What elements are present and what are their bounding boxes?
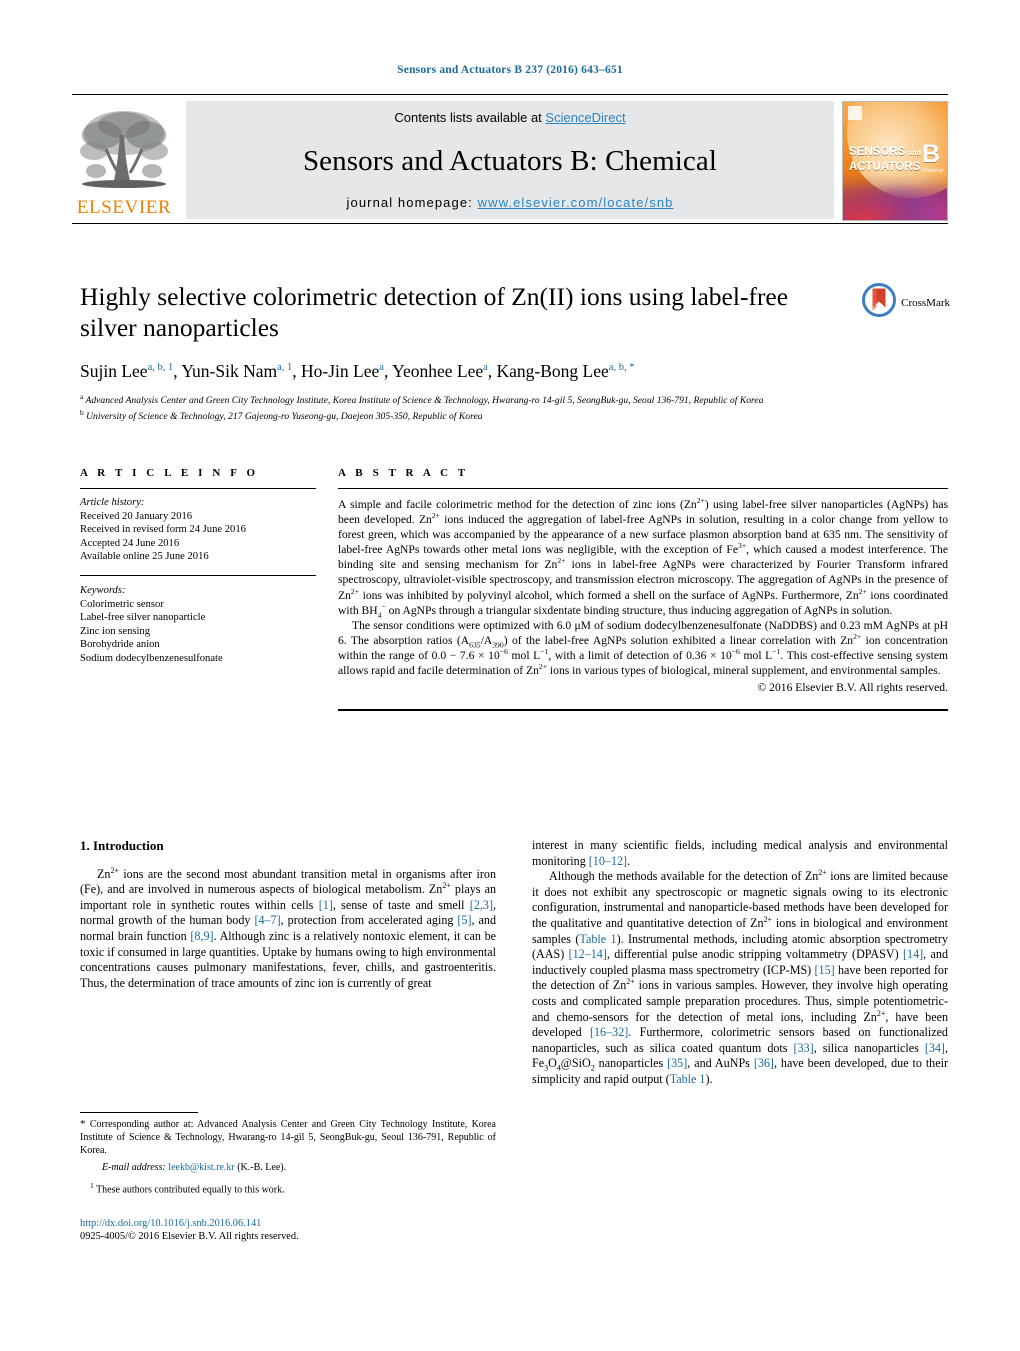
- keyword-item: Label-free silver nanoparticle: [80, 612, 206, 624]
- cover-title-line1: SENSORS: [849, 146, 906, 158]
- author-item: Kang-Bong Leea, b, *: [497, 361, 635, 381]
- elsevier-tree-icon: [76, 105, 172, 197]
- affiliation-list: a Advanced Analysis Center and Green Cit…: [80, 391, 948, 424]
- abstract-column: A B S T R A C T A simple and facile colo…: [338, 467, 948, 712]
- masthead-bottom-rule: [72, 223, 948, 224]
- abstract-paragraph: A simple and facile colorimetric method …: [338, 496, 948, 619]
- cover-title: SENSORS and ACTUATORS: [849, 146, 921, 173]
- journal-title: Sensors and Actuators B: Chemical: [302, 144, 718, 177]
- history-item: Accepted 24 June 2016: [80, 537, 180, 549]
- keyword-item: Zinc ion sensing: [80, 625, 151, 637]
- sciencedirect-link[interactable]: ScienceDirect: [545, 110, 625, 125]
- cover-series-letter: B: [921, 140, 940, 168]
- keyword-list: Keywords: Colorimetric sensor Label-free…: [80, 584, 316, 666]
- article-history-label: Article history:: [80, 497, 145, 508]
- author-affil-marker: a: [483, 362, 488, 373]
- article-title: Highly selective colorimetric detection …: [80, 282, 789, 342]
- cover-series-sublabel: Chemical: [921, 168, 943, 174]
- article-info-rule: [80, 488, 316, 489]
- keywords-rule: [80, 574, 316, 576]
- title-block: Highly selective colorimetric detection …: [80, 281, 950, 424]
- body-column-left: 1. Introduction Zn2+ ions are the second…: [80, 838, 496, 1088]
- journal-banner: Contents lists available at ScienceDirec…: [186, 101, 834, 219]
- abstract-bottom-rule: [338, 709, 948, 712]
- homepage-label: journal homepage:: [346, 195, 478, 210]
- running-head: Sensors and Actuators B 237 (2016) 643–6…: [397, 64, 623, 76]
- affiliation-text: Advanced Analysis Center and Green City …: [85, 395, 764, 407]
- author-list: Sujin Leea, b, 1, Yun-Sik Nama, 1, Ho-Ji…: [80, 360, 635, 381]
- affiliation-item: a Advanced Analysis Center and Green Cit…: [80, 391, 948, 408]
- article-history: Article history: Received 20 January 201…: [80, 496, 316, 564]
- crossmark-label: CrossMark: [901, 296, 950, 309]
- abstract-rule: [338, 488, 948, 489]
- doi-link[interactable]: http://dx.doi.org/10.1016/j.snb.2016.06.…: [80, 1217, 496, 1230]
- keywords-label: Keywords:: [80, 584, 126, 596]
- author-affil-marker: a, b, *: [608, 362, 635, 373]
- body-paragraph: interest in many scientific fields, incl…: [532, 838, 948, 868]
- author-name: Sujin Lee: [80, 360, 148, 381]
- history-item: Received 20 January 2016: [80, 510, 193, 522]
- abstract-body: A simple and facile colorimetric method …: [338, 497, 948, 695]
- footnote-rule: [80, 1112, 198, 1113]
- abstract-copyright: © 2016 Elsevier B.V. All rights reserved…: [757, 681, 948, 695]
- affiliation-marker: b: [80, 408, 84, 418]
- author-item: Sujin Leea, b, 1: [80, 361, 173, 381]
- elsevier-wordmark: ELSEVIER: [76, 197, 172, 218]
- contents-line: Contents lists available at ScienceDirec…: [186, 110, 834, 125]
- equal-contribution-note: 1 These authors contributed equally to t…: [90, 1181, 285, 1196]
- issn-copyright-line: 0925-4005/© 2016 Elsevier B.V. All right…: [80, 1231, 299, 1243]
- body-paragraph: Zn2+ ions are the second most abundant t…: [80, 865, 496, 990]
- author-item: Yun-Sik Nama, 1: [181, 361, 292, 381]
- masthead-top-rule: [72, 94, 948, 95]
- cover-bottom-artwork: [843, 174, 947, 220]
- cover-title-and: and: [908, 150, 921, 157]
- corresponding-author-note: * Corresponding author at: Advanced Anal…: [80, 1118, 496, 1156]
- author-name: Yun-Sik Nam: [181, 360, 278, 381]
- section-heading-introduction: 1. Introduction: [80, 838, 164, 853]
- affiliation-marker: a: [80, 391, 84, 401]
- author-affil-marker: a: [379, 362, 384, 373]
- article-info-column: A R T I C L E I N F O Article history: R…: [80, 467, 316, 711]
- footnote-block: * Corresponding author at: Advanced Anal…: [80, 1112, 496, 1243]
- journal-masthead: ELSEVIER Contents lists available at Sci…: [72, 94, 948, 224]
- keyword-item: Borohydride anion: [80, 639, 160, 651]
- elsevier-logo: ELSEVIER: [72, 101, 176, 219]
- author-name: Kang-Bong Lee: [496, 360, 609, 381]
- abstract-paragraph: The sensor conditions were optimized wit…: [338, 618, 949, 678]
- author-affil-marker: a, 1: [277, 362, 293, 373]
- article-body: 1. Introduction Zn2+ ions are the second…: [80, 838, 948, 1088]
- email-note[interactable]: E-mail address: leekb@kist.re.kr (K.-B. …: [80, 1162, 496, 1175]
- affiliation-item: b University of Science & Technology, 21…: [80, 407, 948, 424]
- journal-homepage-link[interactable]: www.elsevier.com/locate/snb: [478, 195, 674, 210]
- keyword-item: Colorimetric sensor: [80, 598, 164, 610]
- cover-elsevier-mini-logo: [848, 106, 862, 120]
- author-name: Yeonhee Lee: [392, 360, 484, 381]
- body-paragraph: Although the methods available for the d…: [532, 868, 949, 1086]
- author-name: Ho-Jin Lee: [301, 360, 380, 381]
- info-abstract-section: A R T I C L E I N F O Article history: R…: [80, 467, 948, 712]
- author-item: Yeonhee Leea: [392, 361, 488, 381]
- journal-cover-thumbnail: SENSORS and ACTUATORS B Chemical: [842, 101, 948, 221]
- history-item: Received in revised form 24 June 2016: [80, 524, 246, 536]
- affiliation-text: University of Science & Technology, 217 …: [86, 411, 483, 423]
- journal-homepage-line: journal homepage: www.elsevier.com/locat…: [186, 195, 834, 210]
- crossmark-badge[interactable]: CrossMark: [862, 283, 950, 322]
- article-info-heading: A R T I C L E I N F O: [80, 467, 259, 479]
- journal-article-page: Sensors and Actuators B 237 (2016) 643–6…: [0, 0, 1020, 1351]
- body-column-right: interest in many scientific fields, incl…: [532, 838, 948, 1088]
- abstract-heading: A B S T R A C T: [338, 467, 469, 479]
- history-item: Available online 25 June 2016: [80, 551, 209, 563]
- cover-title-line2: ACTUATORS: [849, 160, 921, 173]
- keyword-item: Sodium dodecylbenzenesulfonate: [80, 652, 223, 664]
- author-affil-marker: a, b, 1: [147, 362, 174, 373]
- author-item: Ho-Jin Leea: [301, 361, 384, 381]
- crossmark-icon: [862, 283, 897, 322]
- contents-prefix: Contents lists available at: [394, 110, 546, 125]
